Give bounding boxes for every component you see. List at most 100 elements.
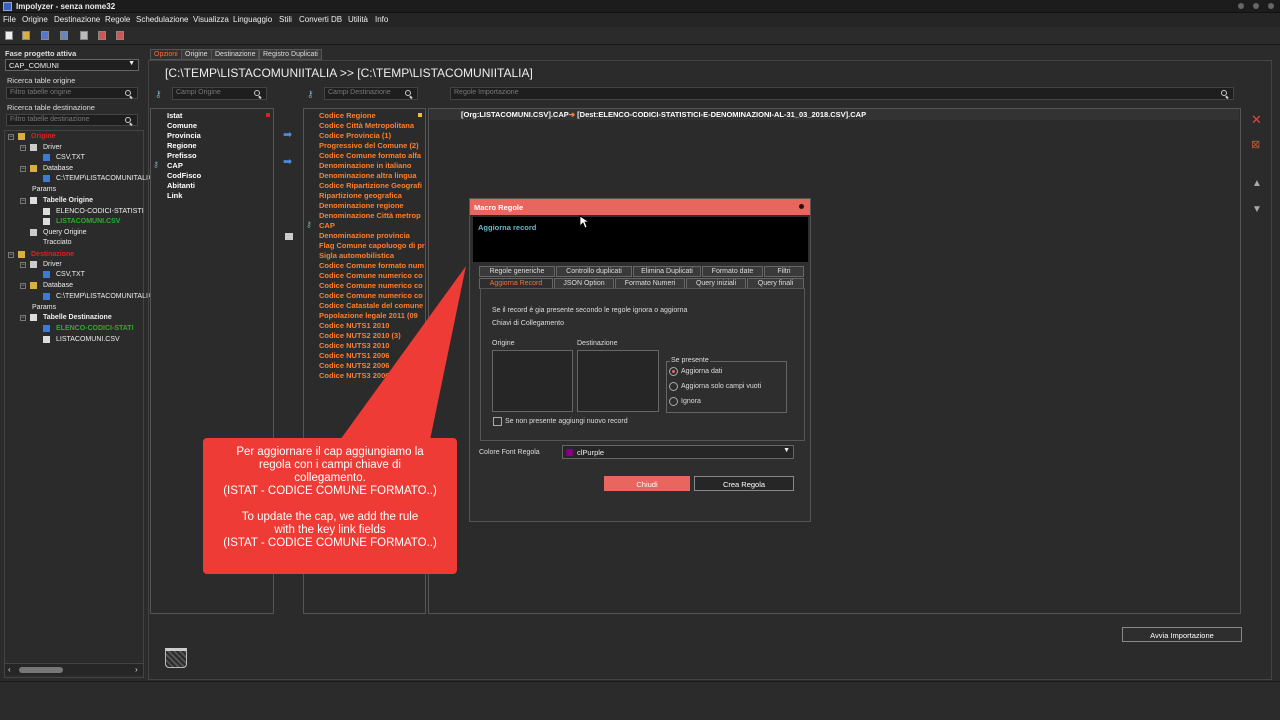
dest-field[interactable]: Codice Provincia (1) <box>319 131 425 140</box>
tree-origin-table-2[interactable]: LISTACOMUNI.CSV <box>56 218 120 225</box>
collapse-icon[interactable]: − <box>20 166 26 172</box>
tree-destinazione[interactable]: Destinazione <box>31 251 74 258</box>
update-data-radio[interactable] <box>669 367 678 376</box>
tree-origin-driver[interactable]: Driver <box>43 144 62 151</box>
add-new-record-checkbox[interactable] <box>493 417 502 426</box>
menu-linguaggio[interactable]: Linguaggio <box>233 15 272 24</box>
collapse-icon[interactable]: − <box>8 252 14 258</box>
dest-field[interactable]: Denominazione altra lingua <box>319 171 425 180</box>
key-icon[interactable]: ⚷ <box>155 89 162 100</box>
collapse-icon[interactable]: − <box>20 262 26 268</box>
create-rule-button[interactable]: Crea Regola <box>694 476 794 491</box>
dest-field[interactable]: CAP <box>319 221 425 230</box>
menu-origine[interactable]: Origine <box>22 15 48 24</box>
key-icon[interactable]: ⚷ <box>307 89 314 100</box>
dest-field[interactable]: Flag Comune capoluogo di pr <box>319 241 425 250</box>
tree-origin-database[interactable]: Database <box>43 165 73 172</box>
tree-dest-table-2[interactable]: LISTACOMUNI.CSV <box>56 336 120 343</box>
collapse-icon[interactable]: − <box>20 315 26 321</box>
origin-field[interactable]: Comune <box>167 121 197 130</box>
search-origin-input[interactable]: Filtro tabelle origine <box>6 87 138 99</box>
origin-field[interactable]: Regione <box>167 141 197 150</box>
rule-row[interactable]: [Org:LISTACOMUNI.CSV].CAP➔ [Dest:ELENCO-… <box>461 110 866 119</box>
menu-info[interactable]: Info <box>375 15 388 24</box>
collapse-icon[interactable]: − <box>8 134 14 140</box>
menu-stili[interactable]: Stili <box>279 15 292 24</box>
tab-regole-generiche[interactable]: Regole generiche <box>479 266 555 277</box>
tree-dest-table-1[interactable]: ELENCO-CODICI-STATI <box>56 325 134 332</box>
scroll-left-icon[interactable]: ‹ <box>8 665 11 674</box>
dest-field[interactable]: Codice Ripartizione Geografi <box>319 181 425 190</box>
origin-field[interactable]: Prefisso <box>167 151 197 160</box>
tree-dest-params[interactable]: Params <box>32 304 56 311</box>
origin-field[interactable]: Link <box>167 191 182 200</box>
collapse-icon[interactable]: − <box>20 198 26 204</box>
tree-origin-tables[interactable]: Tabelle Origine <box>43 197 93 204</box>
tree-dest-database[interactable]: Database <box>43 282 73 289</box>
dest-field[interactable]: Codice Regione <box>319 111 425 120</box>
tree-origin-params[interactable]: Params <box>32 186 56 193</box>
dest-field[interactable]: Ripartizione geografica <box>319 191 425 200</box>
tree-origine[interactable]: Origine <box>31 133 56 140</box>
search-dest-input[interactable]: Filtro tabelle destinazione <box>6 114 138 126</box>
ignore-radio[interactable] <box>669 397 678 406</box>
save-icon[interactable] <box>41 31 49 40</box>
close-icon[interactable] <box>1268 3 1274 9</box>
collapse-icon[interactable]: − <box>20 145 26 151</box>
tree-origin-query[interactable]: Query Origine <box>43 229 87 236</box>
scroll-right-icon[interactable]: › <box>135 665 138 674</box>
trash-icon[interactable] <box>165 648 187 668</box>
tree-horizontal-scrollbar[interactable]: ‹ › <box>5 663 143 675</box>
menu-schedulazione[interactable]: Schedulazione <box>136 15 188 24</box>
update-empty-radio[interactable] <box>669 382 678 391</box>
tab-destinazione[interactable]: Destinazione <box>211 49 260 60</box>
save-as-icon[interactable] <box>60 31 68 40</box>
open-folder-icon[interactable] <box>22 31 30 40</box>
dest-field[interactable]: Denominazione Città metrop <box>319 211 425 220</box>
print-icon[interactable] <box>80 31 88 40</box>
tab-elimina-duplicati[interactable]: Elimina Duplicati <box>633 266 701 277</box>
dest-fields-search[interactable]: Campi Destinazione <box>324 87 418 100</box>
origin-field[interactable]: Provincia <box>167 131 201 140</box>
tab-formato-date[interactable]: Formato date <box>702 266 763 277</box>
maximize-icon[interactable] <box>1253 3 1259 9</box>
calendar-icon[interactable] <box>285 233 293 240</box>
scrollbar-thumb[interactable] <box>19 667 63 673</box>
dest-field[interactable]: Codice Città Metropolitana <box>319 121 425 130</box>
tree-dest-path[interactable]: C:\TEMP\LISTACOMUNITALIA <box>56 293 153 300</box>
tree-origin-table-1[interactable]: ELENCO-CODICI-STATISTI <box>56 208 144 215</box>
dest-field[interactable]: Progressivo del Comune (2) <box>319 141 425 150</box>
start-import-button[interactable]: Avvia Importazione <box>1122 627 1242 642</box>
collapse-icon[interactable]: − <box>20 283 26 289</box>
tree-origin-path[interactable]: C:\TEMP\LISTACOMUNITALIA <box>56 175 153 182</box>
dest-field[interactable]: Denominazione regione <box>319 201 425 210</box>
move-up-icon[interactable]: ▲ <box>1252 178 1262 189</box>
tree-origin-tracciato[interactable]: Tracciato <box>43 239 72 246</box>
menu-converti-db[interactable]: Converti DB <box>299 15 342 24</box>
origin-field[interactable]: Istat <box>167 111 182 120</box>
origin-fields-search[interactable]: Campi Origine <box>172 87 267 100</box>
phase-combo[interactable]: CAP_COMUNI ▼ <box>5 59 139 71</box>
menu-utilita[interactable]: Utilità <box>348 15 368 24</box>
close-icon[interactable] <box>799 204 804 209</box>
origin-field[interactable]: CAP <box>167 161 183 170</box>
delete-rule-icon[interactable]: ✕ <box>1251 112 1262 128</box>
tab-opzioni[interactable]: Opzioni <box>150 49 182 60</box>
move-down-icon[interactable]: ▼ <box>1252 204 1262 215</box>
origin-field[interactable]: Abitanti <box>167 181 195 190</box>
tree-dest-csv[interactable]: CSV,TXT <box>56 271 85 278</box>
tab-controllo-duplicati[interactable]: Controllo duplicati <box>556 266 632 277</box>
menu-destinazione[interactable]: Destinazione <box>54 15 100 24</box>
destination-keys-list[interactable] <box>577 350 659 412</box>
menu-visualizza[interactable]: Visualizza <box>193 15 229 24</box>
arrow-right-icon[interactable]: ➡ <box>283 128 292 141</box>
clear-icon[interactable] <box>116 31 124 40</box>
menu-regole[interactable]: Regole <box>105 15 130 24</box>
close-button[interactable]: Chiudi <box>604 476 690 491</box>
minimize-icon[interactable] <box>1238 3 1244 9</box>
tab-filtri[interactable]: Filtri <box>764 266 804 277</box>
tree-dest-driver[interactable]: Driver <box>43 261 62 268</box>
tree-dest-tables[interactable]: Tabelle Destinazione <box>43 314 112 321</box>
dest-field[interactable]: Denominazione provincia <box>319 231 425 240</box>
delete-all-icon[interactable]: ⊠ <box>1251 138 1260 151</box>
